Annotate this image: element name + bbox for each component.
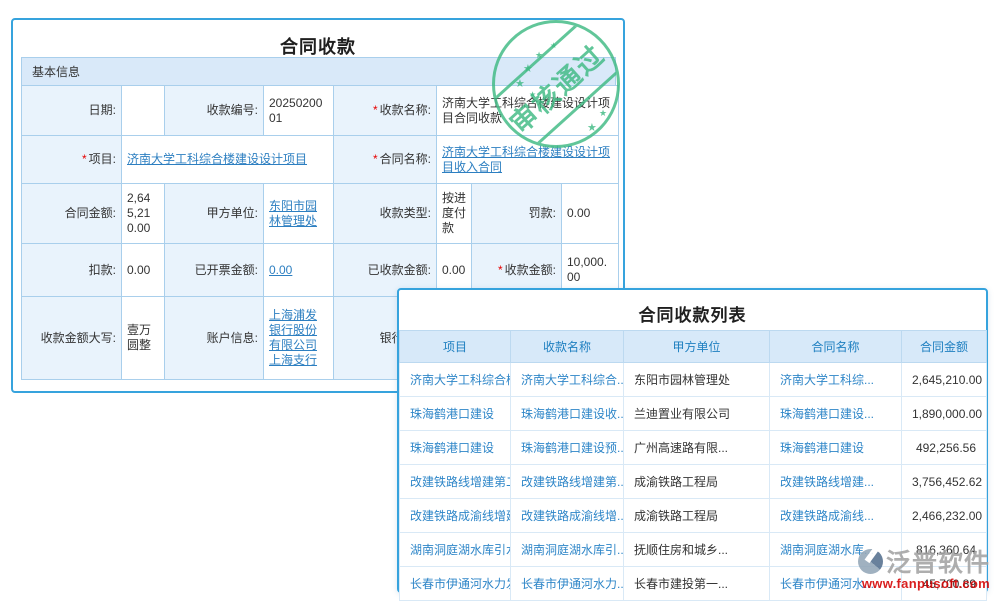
cell-receipt-name-link[interactable]: 长春市伊通河水力...: [511, 567, 624, 601]
contract-name-value: 济南大学工科综合楼建设设计项目收入合同: [437, 136, 619, 184]
invoiced-amount-value: 0.00: [264, 244, 334, 297]
cell-receipt-name-link[interactable]: 珠海鹤港口建设预...: [511, 431, 624, 465]
required-asterisk: *: [373, 152, 378, 166]
receipt-name-label: *收款名称:: [334, 86, 437, 136]
table-row: 改建铁路成渝线增建... 改建铁路成渝线增... 成渝铁路工程局 改建铁路成渝线…: [400, 499, 987, 533]
fine-label: 罚款:: [472, 184, 562, 244]
cell-contract-name-link[interactable]: 改建铁路成渝线...: [770, 499, 902, 533]
invoiced-amount-link[interactable]: 0.00: [269, 263, 292, 277]
basic-info-section-header: 基本信息: [21, 57, 616, 85]
watermark-brand-row: 泛普软件: [858, 543, 990, 579]
cell-contract-name-link[interactable]: 济南大学工科综...: [770, 363, 902, 397]
cell-project-link[interactable]: 珠海鹤港口建设: [400, 397, 511, 431]
account-info-link[interactable]: 上海浦发银行股份有限公司上海支行: [269, 308, 317, 367]
cell-receipt-name-link[interactable]: 湖南洞庭湖水库引...: [511, 533, 624, 567]
watermark-url: www.fanpusoft.com: [858, 576, 990, 591]
cell-party-a: 成渝铁路工程局: [624, 465, 770, 499]
table-row: 珠海鹤港口建设 珠海鹤港口建设收... 兰迪置业有限公司 珠海鹤港口建设... …: [400, 397, 987, 431]
cell-project-link[interactable]: 改建铁路成渝线增建...: [400, 499, 511, 533]
cell-receipt-name-link[interactable]: 改建铁路成渝线增...: [511, 499, 624, 533]
form-row-2: *项目: 济南大学工科综合楼建设设计项目 *合同名称: 济南大学工科综合楼建设设…: [22, 136, 619, 184]
required-asterisk: *: [82, 152, 87, 166]
party-a-link[interactable]: 东阳市园林管理处: [269, 199, 317, 228]
receipt-name-value: 济南大学工科综合楼建设设计项目合同收款: [437, 86, 619, 136]
col-header-receipt-name[interactable]: 收款名称: [511, 331, 624, 363]
list-header-row: 项目 收款名称 甲方单位 合同名称 合同金额: [400, 331, 987, 363]
required-asterisk: *: [373, 103, 378, 117]
project-link[interactable]: 济南大学工科综合楼建设设计项目: [127, 152, 307, 166]
list-panel-title: 合同收款列表: [399, 290, 986, 330]
receipt-type-value: 按进度付款: [437, 184, 472, 244]
col-header-party-a[interactable]: 甲方单位: [624, 331, 770, 363]
watermark-brand-text: 泛普软件: [886, 543, 990, 579]
cell-receipt-name-link[interactable]: 济南大学工科综合...: [511, 363, 624, 397]
cell-party-a: 成渝铁路工程局: [624, 499, 770, 533]
required-asterisk: *: [498, 263, 503, 277]
receipt-type-label: 收款类型:: [334, 184, 437, 244]
deduction-value: 0.00: [122, 244, 165, 297]
fine-value: 0.00: [562, 184, 619, 244]
cell-project-link[interactable]: 珠海鹤港口建设: [400, 431, 511, 465]
cell-receipt-name-link[interactable]: 改建铁路线增建第...: [511, 465, 624, 499]
cell-contract-name-link[interactable]: 珠海鹤港口建设: [770, 431, 902, 465]
contract-amount-value: 2,645,210.00: [122, 184, 165, 244]
receipt-no-value: 2025020001: [264, 86, 334, 136]
project-value: 济南大学工科综合楼建设设计项目: [122, 136, 334, 184]
date-label: 日期:: [22, 86, 122, 136]
table-row: 珠海鹤港口建设 珠海鹤港口建设预... 广州高速路有限... 珠海鹤港口建设 4…: [400, 431, 987, 465]
party-a-label: 甲方单位:: [165, 184, 264, 244]
invoiced-amount-label: 已开票金额:: [165, 244, 264, 297]
cell-contract-amount: 3,756,452.62: [902, 465, 987, 499]
fanpu-logo-icon: [858, 549, 883, 574]
table-row: 济南大学工科综合楼... 济南大学工科综合... 东阳市园林管理处 济南大学工科…: [400, 363, 987, 397]
amount-in-words-value: 壹万圆整: [122, 297, 165, 380]
deduction-label: 扣款:: [22, 244, 122, 297]
date-value[interactable]: [122, 86, 165, 136]
cell-contract-amount: 1,890,000.00: [902, 397, 987, 431]
contract-name-label: *合同名称:: [334, 136, 437, 184]
cell-project-link[interactable]: 湖南洞庭湖水库引水...: [400, 533, 511, 567]
vendor-watermark: 泛普软件 www.fanpusoft.com: [858, 543, 990, 591]
col-header-project[interactable]: 项目: [400, 331, 511, 363]
project-label: *项目:: [22, 136, 122, 184]
account-info-value: 上海浦发银行股份有限公司上海支行: [264, 297, 334, 380]
cell-contract-name-link[interactable]: 珠海鹤港口建设...: [770, 397, 902, 431]
cell-contract-name-link[interactable]: 改建铁路线增建...: [770, 465, 902, 499]
cell-project-link[interactable]: 济南大学工科综合楼...: [400, 363, 511, 397]
contract-amount-label: 合同金额:: [22, 184, 122, 244]
cell-party-a: 东阳市园林管理处: [624, 363, 770, 397]
contract-name-link[interactable]: 济南大学工科综合楼建设设计项目收入合同: [442, 145, 610, 174]
cell-project-link[interactable]: 长春市伊通河水力发...: [400, 567, 511, 601]
cell-contract-amount: 2,645,210.00: [902, 363, 987, 397]
cell-receipt-name-link[interactable]: 珠海鹤港口建设收...: [511, 397, 624, 431]
account-info-label: 账户信息:: [165, 297, 264, 380]
form-row-3: 合同金额: 2,645,210.00 甲方单位: 东阳市园林管理处 收款类型: …: [22, 184, 619, 244]
cell-party-a: 抚顺住房和城乡...: [624, 533, 770, 567]
receipt-no-label: 收款编号:: [165, 86, 264, 136]
cell-party-a: 兰迪置业有限公司: [624, 397, 770, 431]
cell-party-a: 长春市建投第一...: [624, 567, 770, 601]
table-row: 改建铁路线增建第二... 改建铁路线增建第... 成渝铁路工程局 改建铁路线增建…: [400, 465, 987, 499]
cell-contract-amount: 492,256.56: [902, 431, 987, 465]
col-header-contract-name[interactable]: 合同名称: [770, 331, 902, 363]
form-row-1: 日期: 收款编号: 2025020001 *收款名称: 济南大学工科综合楼建设设…: [22, 86, 619, 136]
cell-party-a: 广州高速路有限...: [624, 431, 770, 465]
col-header-contract-amount[interactable]: 合同金额: [902, 331, 987, 363]
party-a-value: 东阳市园林管理处: [264, 184, 334, 244]
amount-in-words-label: 收款金额大写:: [22, 297, 122, 380]
form-panel-title: 合同收款: [13, 20, 623, 55]
cell-project-link[interactable]: 改建铁路线增建第二...: [400, 465, 511, 499]
cell-contract-amount: 2,466,232.00: [902, 499, 987, 533]
